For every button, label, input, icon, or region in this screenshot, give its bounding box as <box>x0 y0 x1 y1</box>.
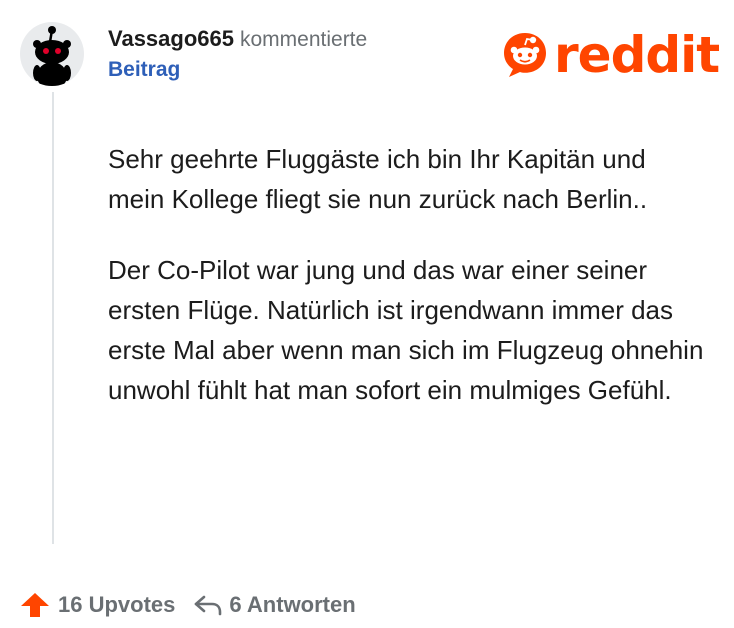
reply-arrow-icon <box>195 595 222 616</box>
reddit-snoo-icon <box>504 33 546 77</box>
upvote-count: 16 Upvotes <box>58 592 176 617</box>
comment-header: Vassago665 kommentierte <box>108 26 367 52</box>
comment-footer: 16 Upvotes 6 Antworten <box>20 592 356 618</box>
reddit-logo: reddit <box>500 26 720 84</box>
comment-paragraph: Sehr geehrte Fluggäste ich bin Ihr Kapit… <box>108 144 648 214</box>
action-text: kommentierte <box>239 28 368 51</box>
comment-paragraph: Der Co-Pilot war jung und das war einer … <box>108 255 704 405</box>
reply-button[interactable]: 6 Antworten <box>193 592 356 618</box>
username[interactable]: Vassago665 <box>108 26 234 51</box>
avatar[interactable] <box>20 22 84 86</box>
reddit-wordmark: reddit <box>554 26 720 84</box>
snoo-avatar-icon <box>33 26 71 86</box>
thread-line[interactable] <box>52 92 54 544</box>
comment-body: Sehr geehrte Fluggäste ich bin Ihr Kapit… <box>108 139 708 441</box>
post-link[interactable]: Beitrag <box>108 58 180 82</box>
reply-count: 6 Antworten <box>229 592 356 617</box>
upvote-button[interactable]: 16 Upvotes <box>20 592 175 618</box>
upvote-arrow-icon <box>21 593 49 617</box>
